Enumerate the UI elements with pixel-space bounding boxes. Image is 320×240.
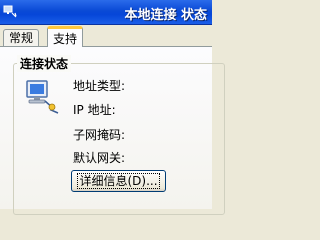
title-bar[interactable]: 本地连接 状态 [0, 0, 212, 25]
window-title: 本地连接 状态 [124, 8, 207, 23]
details-button[interactable]: 详细信息(D)... [71, 170, 166, 192]
tab-bar: 常规 支持 [0, 25, 212, 47]
subnet-mask-label: 子网掩码: [73, 128, 126, 142]
tab-panel-support: 连接状态 地址类型: IP 地址: 子网掩码: 默认网关: 详细信息(D)... [0, 46, 225, 215]
tab-general[interactable]: 常规 [3, 29, 40, 47]
network-connection-icon [26, 80, 59, 114]
tab-support[interactable]: 支持 [47, 26, 84, 47]
group-title: 连接状态 [17, 55, 72, 72]
default-gateway-label: 默认网关: [73, 151, 126, 165]
network-connection-icon[interactable] [3, 4, 17, 18]
ip-address-label: IP 地址: [73, 103, 116, 117]
address-type-label: 地址类型: [73, 79, 126, 93]
details-button-label: 详细信息(D)... [77, 173, 160, 189]
